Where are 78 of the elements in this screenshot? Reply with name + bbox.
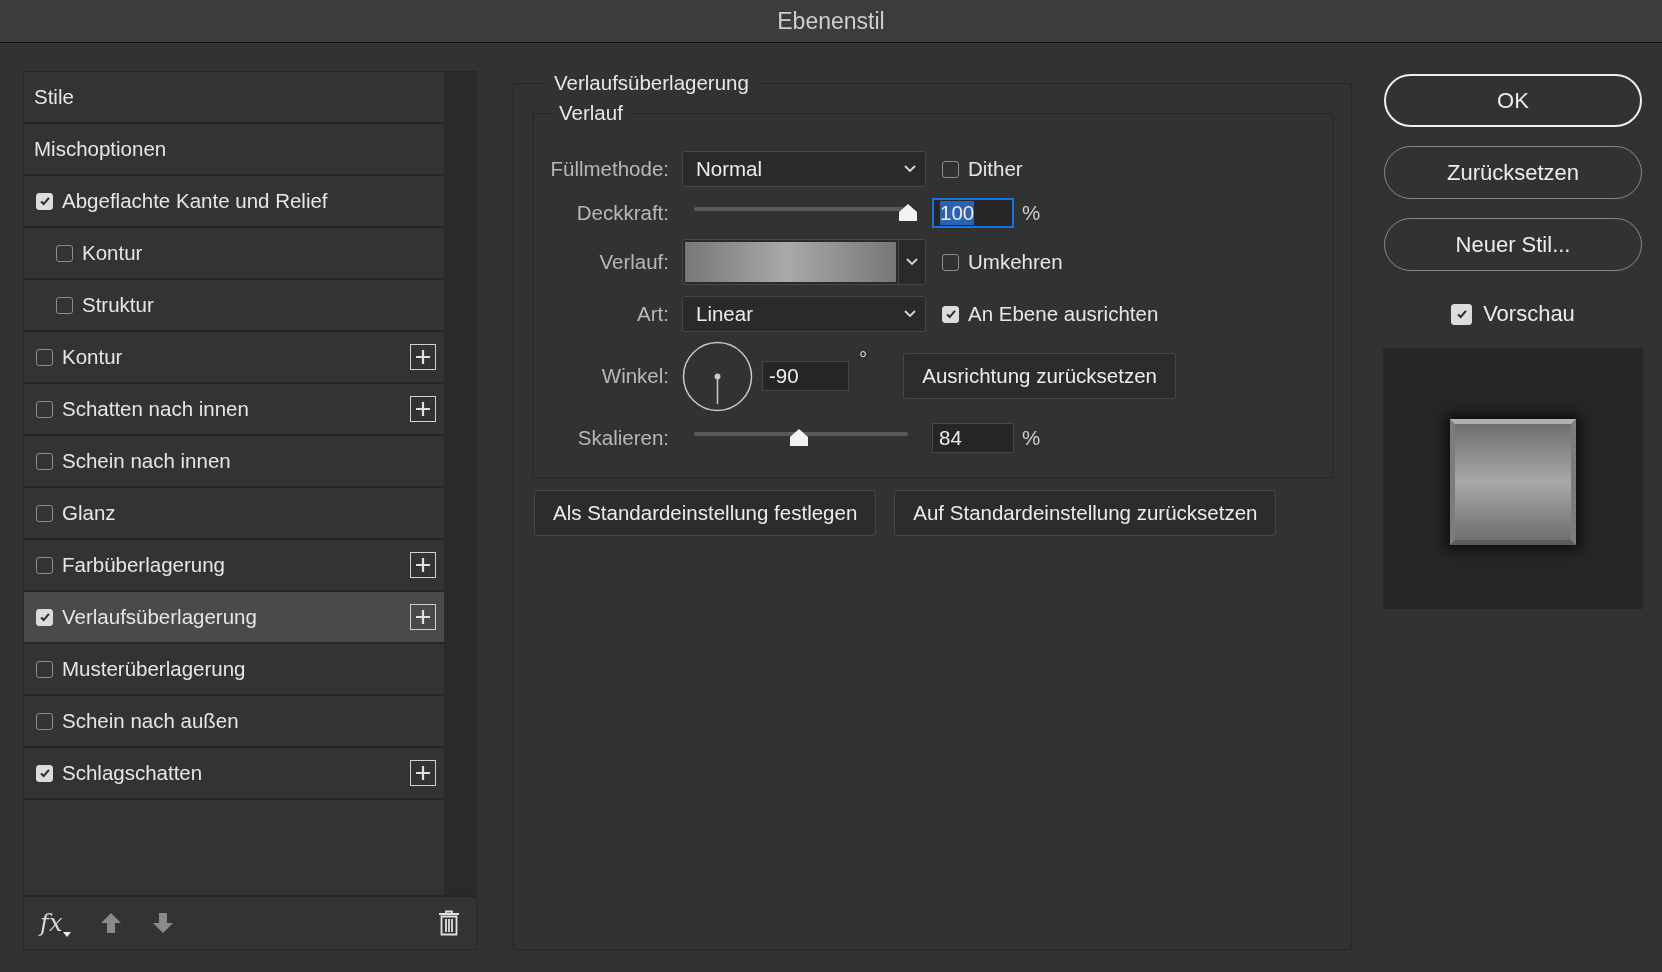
- add-button[interactable]: [410, 344, 436, 370]
- chevron-down-icon: [903, 164, 917, 174]
- trash-icon[interactable]: [438, 910, 460, 936]
- checkbox[interactable]: [56, 244, 73, 262]
- reset-alignment-button[interactable]: Ausrichtung zurücksetzen: [903, 353, 1176, 399]
- field-label: Winkel:: [600, 364, 669, 388]
- chevron-down-icon: [905, 257, 919, 267]
- style-label: Abgeflachte Kante und Relief: [62, 189, 328, 213]
- fx-menu-button[interactable]: fx: [40, 909, 72, 937]
- dialog-button[interactable]: Zurücksetzen: [1384, 146, 1642, 199]
- field-label: Art:: [636, 302, 669, 326]
- gradient-swatch[interactable]: [685, 242, 896, 282]
- unit-label: °: [859, 347, 868, 371]
- group-title: Verlauf: [559, 101, 623, 124]
- default-settings-button[interactable]: Als Standardeinstellung festlegen: [534, 490, 877, 536]
- style-list-item[interactable]: Verlaufsüberlagerung: [24, 592, 444, 644]
- unit-label: %: [1022, 426, 1041, 450]
- align-label: An Ebene ausrichten: [968, 302, 1159, 326]
- field-label: Deckkraft:: [575, 201, 669, 225]
- caret-icon: [63, 932, 72, 937]
- arrow-up-icon[interactable]: [99, 911, 124, 935]
- add-button[interactable]: [410, 396, 436, 422]
- plus-icon: [415, 765, 431, 781]
- scale-field[interactable]: 84: [932, 423, 1014, 453]
- dialog-button[interactable]: OK: [1384, 74, 1642, 127]
- checkbox[interactable]: [36, 556, 53, 574]
- unit-label: %: [1022, 201, 1041, 225]
- align-checkbox[interactable]: [942, 305, 959, 323]
- checkbox[interactable]: [36, 660, 53, 678]
- reverse-label: Umkehren: [968, 250, 1063, 274]
- style-label: Schatten nach innen: [62, 397, 249, 421]
- gradient-picker[interactable]: [682, 239, 926, 285]
- checkbox[interactable]: [36, 504, 53, 522]
- field-label: Füllmethode:: [549, 157, 669, 181]
- dialog-button[interactable]: Neuer Stil...: [1384, 218, 1642, 271]
- slider-thumb[interactable]: [788, 428, 809, 447]
- checkbox[interactable]: [36, 452, 53, 470]
- window-title: Ebenenstil: [777, 7, 885, 35]
- slider-thumb[interactable]: [898, 203, 918, 222]
- style-label: Farbüberlagerung: [62, 553, 225, 577]
- angle-dial[interactable]: [682, 340, 753, 412]
- dither-checkbox[interactable]: [942, 160, 959, 178]
- dither-label: Dither: [968, 157, 1023, 181]
- checkbox[interactable]: [36, 348, 53, 366]
- style-label: Verlaufsüberlagerung: [62, 605, 257, 629]
- add-button[interactable]: [410, 552, 436, 578]
- default-settings-button[interactable]: Auf Standardeinstellung zurücksetzen: [894, 490, 1277, 536]
- plus-icon: [415, 557, 431, 573]
- angle-field[interactable]: -90: [762, 361, 849, 391]
- preview-label: Vorschau: [1483, 301, 1575, 327]
- style-label: Stile: [34, 85, 74, 109]
- style-label: Kontur: [82, 241, 143, 265]
- style-label: Schein nach außen: [62, 709, 239, 733]
- style-label: Struktur: [82, 293, 154, 317]
- style-label: Schlagschatten: [62, 761, 203, 785]
- style-label: Glanz: [62, 501, 116, 525]
- style-dropdown[interactable]: Linear: [682, 296, 926, 332]
- blend-mode-dropdown[interactable]: Normal: [682, 151, 926, 187]
- reverse-checkbox[interactable]: [942, 253, 959, 271]
- plus-icon: [415, 401, 431, 417]
- add-button[interactable]: [410, 760, 436, 786]
- field-label: Verlauf:: [598, 250, 669, 274]
- section-title: Verlaufsüberlagerung: [554, 71, 749, 94]
- style-label: Mischoptionen: [34, 137, 167, 161]
- chevron-down-icon: [903, 309, 917, 319]
- preview-checkbox[interactable]: [1451, 303, 1473, 325]
- style-label: Musterüberlagerung: [62, 657, 246, 681]
- checkbox[interactable]: [36, 400, 53, 418]
- plus-icon: [415, 609, 431, 625]
- add-button[interactable]: [410, 604, 436, 630]
- plus-icon: [415, 349, 431, 365]
- field-label: Skalieren:: [576, 426, 669, 450]
- arrow-down-icon[interactable]: [151, 911, 176, 935]
- opacity-field[interactable]: 100: [932, 198, 1014, 228]
- checkbox[interactable]: [56, 296, 73, 314]
- style-label: Kontur: [62, 345, 123, 369]
- checkbox[interactable]: [36, 712, 53, 730]
- style-label: Schein nach innen: [62, 449, 231, 473]
